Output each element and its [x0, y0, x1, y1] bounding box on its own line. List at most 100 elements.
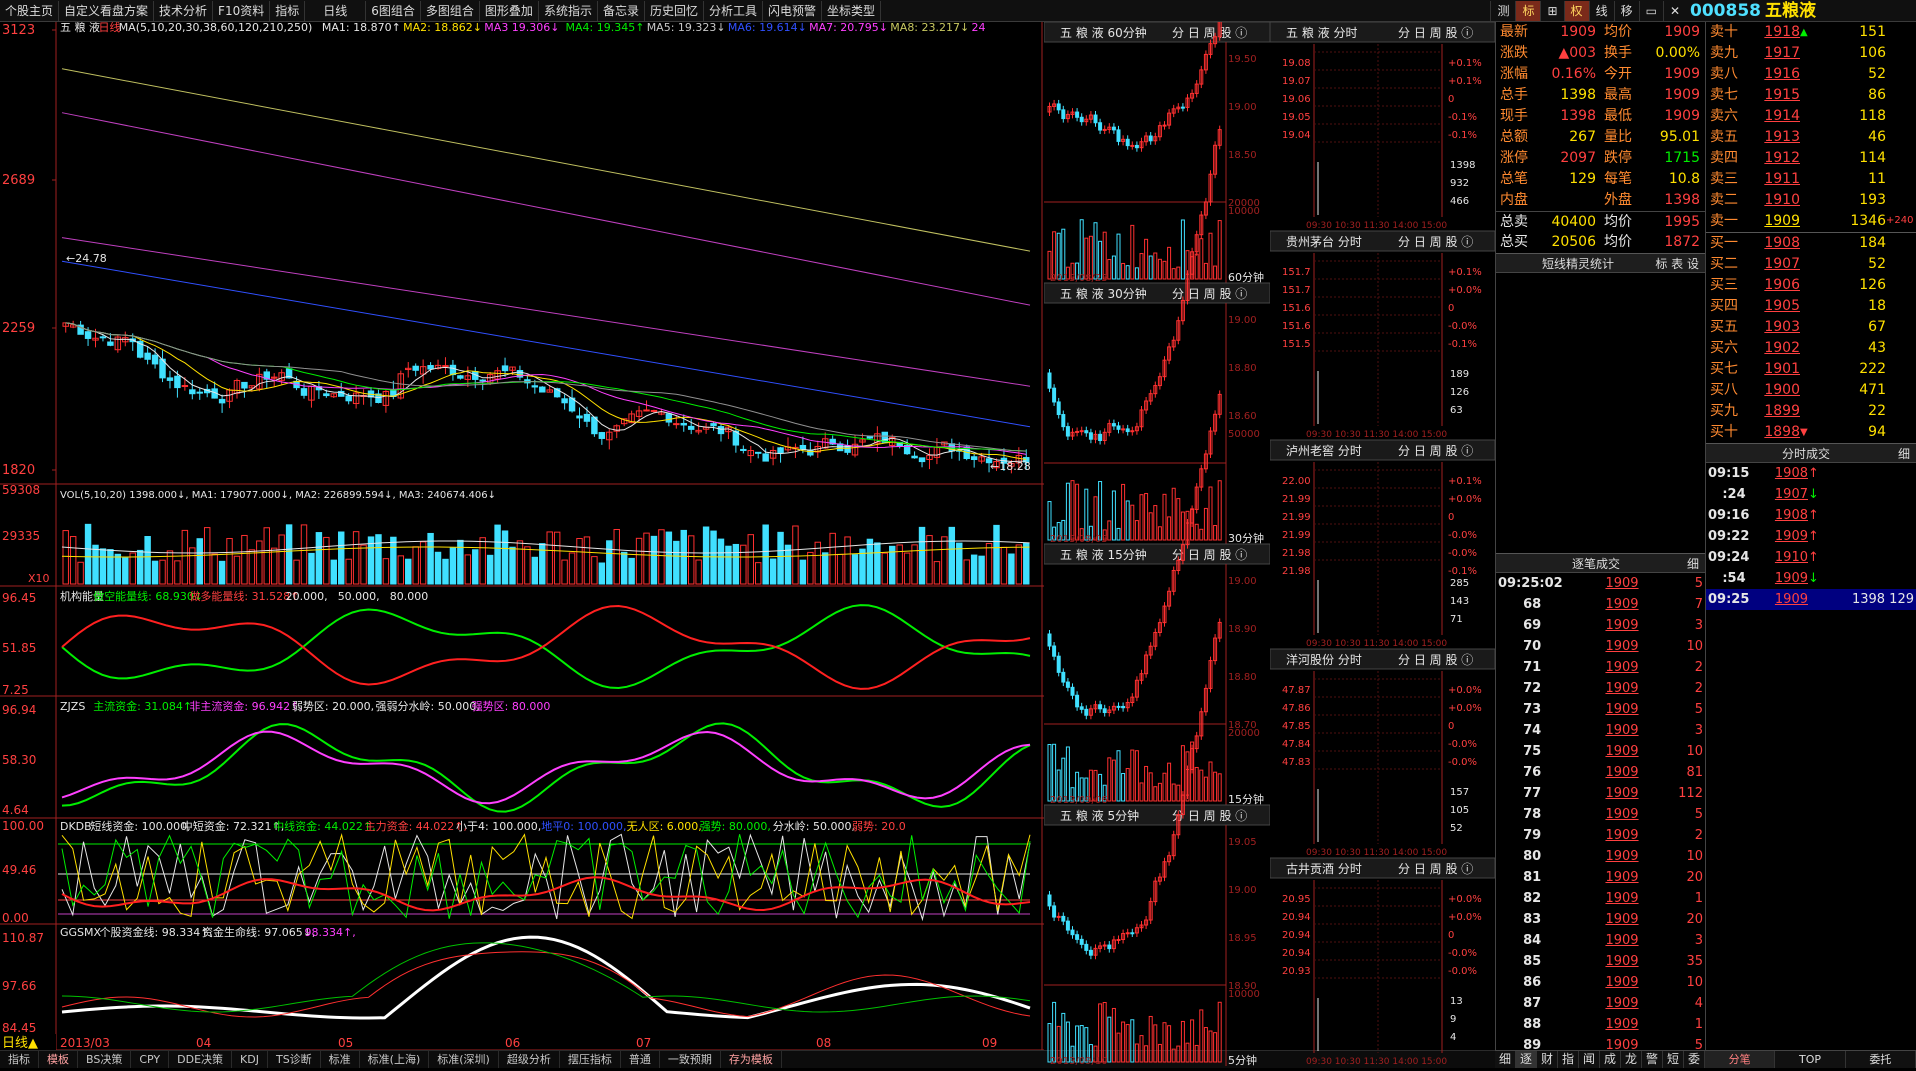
tab-kdj[interactable]: KDJ — [232, 1051, 268, 1068]
sell-level[interactable]: 卖四 1912 114 — [1706, 148, 1916, 169]
sell-level[interactable]: 卖十 1918 ▲ 151 — [1706, 22, 1916, 43]
sell-level[interactable]: 卖二 1910 193 — [1706, 190, 1916, 211]
trade-row[interactable]: 82 1909 1 — [1496, 888, 1705, 909]
tab-ts[interactable]: TS诊断 — [268, 1051, 321, 1068]
tab-dde[interactable]: DDE决策 — [169, 1051, 233, 1068]
tick-row[interactable]: 09:15 1908 ↑ — [1706, 463, 1916, 484]
menu-axis-type[interactable]: 坐标类型 — [822, 0, 882, 21]
trade-row[interactable]: 76 1909 81 — [1496, 762, 1705, 783]
trade-row[interactable]: 86 1909 10 — [1496, 972, 1705, 993]
quote-tab[interactable]: 财 — [1537, 1051, 1558, 1068]
quote-tab[interactable]: 短 — [1663, 1051, 1684, 1068]
trades-list[interactable]: 09:25:02 1909 5 68 1909 7 69 1909 3 70 1909 10 71 190… — [1496, 573, 1705, 1056]
sell-level[interactable]: 卖六 1914 118 — [1706, 106, 1916, 127]
tab-std-sh[interactable]: 标准(上海) — [360, 1051, 430, 1068]
measure-icon[interactable]: 测 — [1490, 0, 1515, 21]
stats-header[interactable]: 短线精灵统计 标 表 设 — [1496, 253, 1705, 273]
quote-tab[interactable]: 警 — [1642, 1051, 1663, 1068]
multi-period-canvas[interactable]: 五 粮 液 60分钟 分 日 周 股 ⓘ 19.50 19.00 18.50 20000 1… — [1043, 10, 1271, 1068]
chart-canvas[interactable]: 3123 2689 2259 1820 五 粮 液日线MA(5,10,20,30,38,… — [0, 22, 1044, 1050]
move-icon[interactable]: 移 — [1613, 0, 1639, 21]
trade-row[interactable]: 84 1909 3 — [1496, 930, 1705, 951]
tick-row[interactable]: 09:25 1909 1398 129 — [1706, 589, 1916, 610]
tab-save-template[interactable]: 存为模板 — [721, 1051, 782, 1068]
trade-row[interactable]: 80 1909 10 — [1496, 846, 1705, 867]
sell-level[interactable]: 卖八 1916 52 — [1706, 64, 1916, 85]
sell-level[interactable]: 卖七 1915 86 — [1706, 85, 1916, 106]
quote-tab[interactable]: 龙 — [1621, 1051, 1642, 1068]
menu-6chart[interactable]: 6图组合 — [366, 0, 421, 21]
tick-row[interactable]: 09:24 1910 ↑ — [1706, 547, 1916, 568]
trade-row[interactable]: 75 1909 10 — [1496, 741, 1705, 762]
quote-tab[interactable]: 逐 — [1516, 1051, 1537, 1068]
tab-normal[interactable]: 普通 — [621, 1051, 660, 1068]
trade-row[interactable]: 79 1909 2 — [1496, 825, 1705, 846]
trade-row[interactable]: 69 1909 3 — [1496, 615, 1705, 636]
tab-pressure[interactable]: 摆压指标 — [560, 1051, 621, 1068]
menu-memo[interactable]: 备忘录 — [598, 0, 645, 21]
mark-icon[interactable]: 标 — [1515, 0, 1541, 21]
trade-row[interactable]: 81 1909 20 — [1496, 867, 1705, 888]
tab-std-sz[interactable]: 标准(深圳) — [429, 1051, 499, 1068]
trade-row[interactable]: 73 1909 5 — [1496, 699, 1705, 720]
buy-level[interactable]: 买九 1899 22 — [1706, 401, 1916, 422]
menu-sysind[interactable]: 系统指示 — [539, 0, 598, 21]
menu-daily[interactable]: 日线 — [305, 0, 367, 21]
trade-row[interactable]: 77 1909 112 — [1496, 783, 1705, 804]
quote-tab[interactable]: 成 — [1600, 1051, 1621, 1068]
menu-flash-alert[interactable]: 闪电预警 — [763, 0, 823, 21]
trade-row[interactable]: 68 1909 7 — [1496, 594, 1705, 615]
tab-super[interactable]: 超级分析 — [499, 1051, 560, 1068]
orderbook-tab[interactable]: 分笔 — [1705, 1051, 1776, 1068]
tab-indicator[interactable]: 指标 — [0, 1051, 39, 1068]
window-icon[interactable]: ▭ — [1638, 0, 1663, 21]
tick-detail-tab[interactable]: 细 — [1898, 444, 1910, 462]
grid-icon[interactable]: ⊞ — [1540, 0, 1563, 21]
buy-level[interactable]: 买十 1898 ▼ 94 — [1706, 422, 1916, 443]
orderbook-tab[interactable]: 委托 — [1846, 1051, 1916, 1068]
tick-row[interactable]: 09:22 1909 ↑ — [1706, 526, 1916, 547]
menu-history[interactable]: 历史回忆 — [645, 0, 704, 21]
buy-level[interactable]: 买一 1908 184 — [1706, 233, 1916, 254]
tick-row[interactable]: :24 1907 ↓ — [1706, 484, 1916, 505]
sell-level[interactable]: 卖三 1911 11 — [1706, 169, 1916, 190]
rights-icon[interactable]: 权 — [1563, 0, 1589, 21]
quote-tab[interactable]: 指 — [1558, 1051, 1579, 1068]
tab-template[interactable]: 模板 — [39, 1051, 78, 1068]
menu-analysis-tools[interactable]: 分析工具 — [704, 0, 763, 21]
tab-cpy[interactable]: CPY — [131, 1051, 170, 1068]
menu-custom-scheme[interactable]: 自定义看盘方案 — [59, 0, 155, 21]
trades-header[interactable]: 逐笔成交 细 — [1496, 553, 1705, 573]
menu-tech-analysis[interactable]: 技术分析 — [154, 0, 214, 21]
tab-std[interactable]: 标准 — [321, 1051, 360, 1068]
trade-row[interactable]: 71 1909 2 — [1496, 657, 1705, 678]
trades-detail-tab[interactable]: 细 — [1687, 554, 1699, 572]
tab-consensus[interactable]: 一致预期 — [660, 1051, 721, 1068]
tick-list[interactable]: 09:15 1908 ↑:24 1907 ↓ 09:16 1908 ↑ 09:22 1909 ↑ 09… — [1706, 463, 1916, 610]
trade-row[interactable]: 87 1909 4 — [1496, 993, 1705, 1014]
orderbook-tab[interactable]: TOP — [1775, 1051, 1846, 1068]
trade-row[interactable]: 74 1909 3 — [1496, 720, 1705, 741]
tick-row[interactable]: :54 1909 ↓ — [1706, 568, 1916, 589]
buy-level[interactable]: 买八 1900 471 — [1706, 380, 1916, 401]
close-icon[interactable]: ✕ — [1662, 0, 1686, 21]
tab-bs[interactable]: BS决策 — [78, 1051, 132, 1068]
sell-level[interactable]: 卖五 1913 46 — [1706, 127, 1916, 148]
intraday-canvas[interactable]: 五 粮 液 分时分 日 周 股 ⓘ19.0819.0719.0619.0519.… — [1269, 21, 1496, 1068]
trade-row[interactable]: 72 1909 2 — [1496, 678, 1705, 699]
buy-level[interactable]: 买二 1907 52 — [1706, 254, 1916, 275]
tick-row[interactable]: 09:16 1908 ↑ — [1706, 505, 1916, 526]
trade-row[interactable]: 85 1909 35 — [1496, 951, 1705, 972]
menu-stock-home[interactable]: 个股主页 — [0, 0, 60, 21]
buy-level[interactable]: 买四 1905 18 — [1706, 296, 1916, 317]
buy-level[interactable]: 买五 1903 67 — [1706, 317, 1916, 338]
quote-tab[interactable]: 委 — [1684, 1051, 1705, 1068]
tick-header[interactable]: 分时成交 细 — [1706, 443, 1916, 463]
buy-level[interactable]: 买三 1906 126 — [1706, 275, 1916, 296]
trade-row[interactable]: 88 1909 1 — [1496, 1014, 1705, 1035]
buy-level[interactable]: 买七 1901 222 — [1706, 359, 1916, 380]
sell-level[interactable]: 卖九 1917 106 — [1706, 43, 1916, 64]
quote-tab[interactable]: 闻 — [1579, 1051, 1600, 1068]
line-icon[interactable]: 线 — [1588, 0, 1614, 21]
trade-row[interactable]: 09:25:02 1909 5 — [1496, 573, 1705, 594]
